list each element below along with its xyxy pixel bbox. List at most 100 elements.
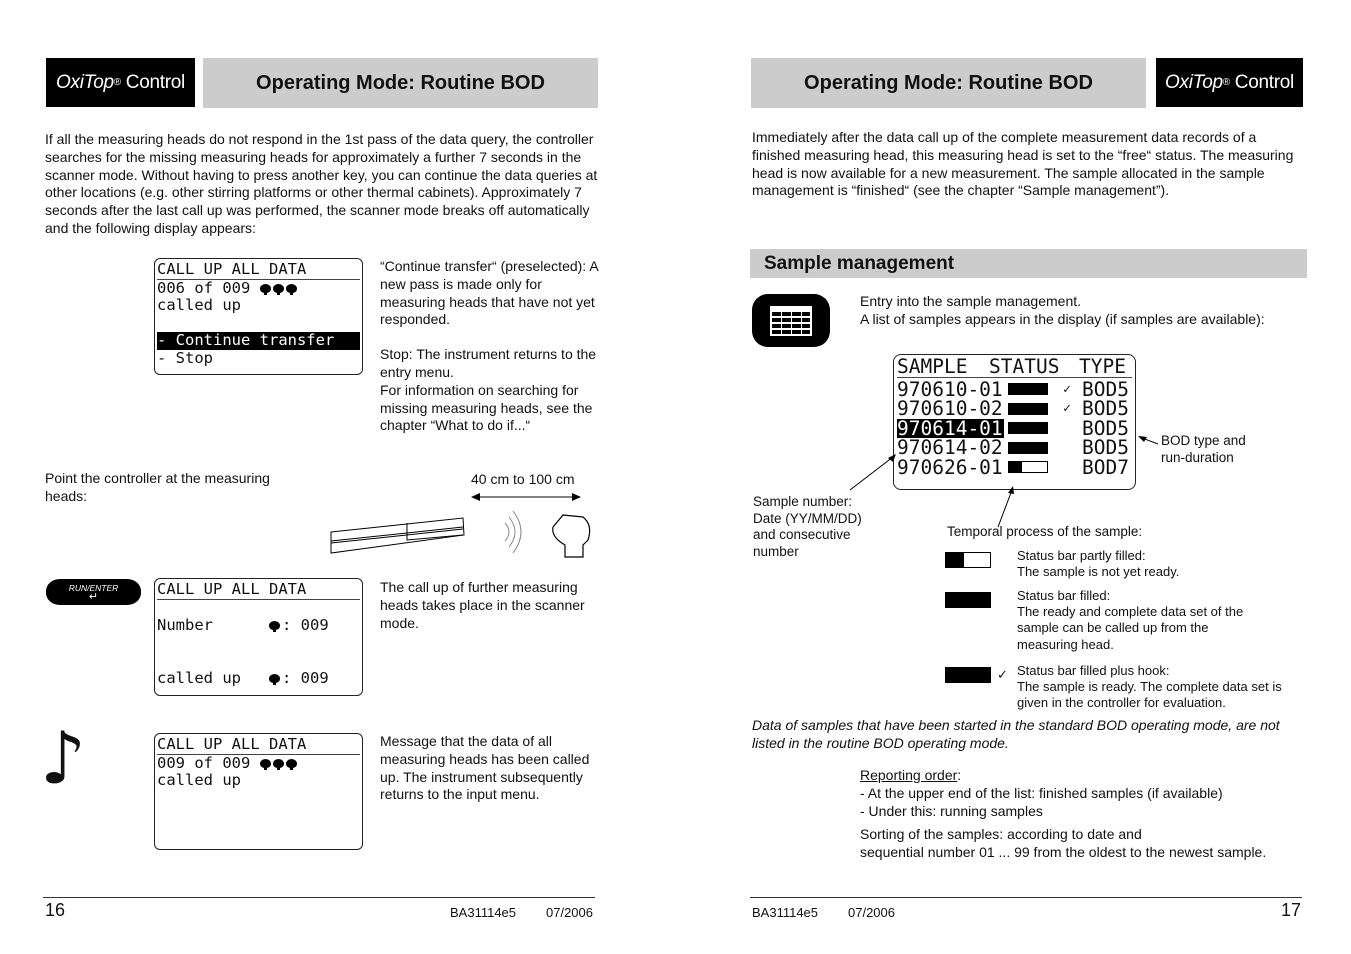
called-value: : 009: [282, 668, 329, 687]
arrow-temporal: [997, 486, 1014, 528]
status-progress-bar: [1008, 402, 1048, 415]
display2-description: The call up of further measuring heads t…: [380, 579, 585, 631]
called-label: called up: [157, 668, 241, 687]
legend-item: Status bar partly filled: The sample is n…: [945, 548, 1305, 580]
legend-status-bar: [945, 592, 991, 608]
legend-title: Status bar filled plus hook:: [1017, 663, 1170, 678]
sample-number: 970610-02: [897, 397, 1003, 420]
lcd-called-up: called up: [157, 296, 241, 315]
ready-hook-icon: ✓: [997, 667, 1008, 682]
page-header-title: Operating Mode: Routine BOD: [203, 58, 598, 108]
logo-brand: OxiTop: [1165, 71, 1223, 93]
sample-type: BOD5: [1082, 397, 1129, 420]
measuring-head-icon: [269, 673, 280, 685]
reporting-item: - At the upper end of the list: finished…: [860, 784, 1223, 801]
display1-description: “Continue transfer“ (preselected): A new…: [380, 258, 602, 435]
lcd-display-complete: CALL UP ALL DATA 009 of 009 called up: [154, 733, 363, 850]
lcd-display-continue: CALL UP ALL DATA 006 of 009 called up - …: [154, 258, 363, 375]
footer-rule: [43, 897, 595, 898]
controller-pointing-illustration: [330, 493, 591, 558]
logo-reg: ®: [1222, 77, 1230, 88]
status-progress-fill: [1009, 384, 1047, 395]
legend-item: Status bar filled: The ready and complete…: [945, 588, 1305, 653]
measuring-head-icon: [272, 283, 284, 295]
reporting-order: Reporting order: - At the upper end of t…: [860, 767, 1305, 862]
lcd-called-up: called up: [157, 771, 241, 790]
desc-stop: Stop: The instrument returns to the entr…: [380, 346, 597, 380]
lcd-count: 006 of 009: [157, 278, 251, 297]
distance-arrow: [471, 493, 581, 501]
lcd-called-line: called up : 009: [157, 668, 360, 688]
menu-option-stop[interactable]: - Stop: [157, 349, 360, 368]
callout-sample-number: Sample number: Date (YY/MM/DD) and conse…: [753, 494, 862, 559]
page-header-title: Operating Mode: Routine BOD: [751, 58, 1146, 108]
legend-desc: The sample is ready. The complete data s…: [1017, 679, 1282, 711]
doc-date: 07/2006: [546, 905, 593, 920]
sample-row[interactable]: 970610-02 ✓ BOD5: [897, 399, 1132, 419]
legend-text: Status bar partly filled: The sample is n…: [1017, 548, 1297, 580]
logo-brand: OxiTop: [56, 71, 114, 93]
doc-date: 07/2006: [848, 905, 895, 920]
col-header-sample: SAMPLE: [897, 355, 968, 378]
reporting-item: - Under this: running samples: [860, 802, 1043, 819]
header-title-text: Operating Mode: Routine BOD: [804, 71, 1093, 94]
page-number: 17: [1281, 900, 1302, 920]
col-header-status: STATUS: [989, 355, 1060, 378]
enter-arrow-icon: ↵: [88, 590, 99, 603]
legend-status-fill: [946, 593, 990, 607]
number-value: : 009: [282, 616, 329, 635]
arrow-sample-number: [849, 454, 896, 491]
entry-description: Entry into the sample management. A list…: [860, 293, 1300, 329]
sorting-line1: Sorting of the samples: according to dat…: [860, 826, 1142, 843]
arrow-bod-type: [1138, 436, 1159, 445]
measuring-head-icon: [259, 283, 271, 295]
lcd-blank: [157, 315, 360, 333]
legend-item: ✓ Status bar filled plus hook: The sample …: [945, 663, 1305, 712]
sample-list-header: SAMPLE STATUS TYPE: [897, 357, 1132, 378]
logo-product: Control: [125, 71, 185, 93]
number-label: Number: [157, 616, 213, 635]
lcd-title: CALL UP ALL DATA: [157, 735, 360, 755]
header-title-text: Operating Mode: Routine BOD: [256, 71, 545, 94]
ready-hook-icon: ✓: [1063, 401, 1071, 416]
lcd-progress-line: 009 of 009: [157, 754, 360, 773]
oxitop-logo: OxiTop ® Control: [46, 58, 195, 107]
note-standard-bod: Data of samples that have been started i…: [752, 717, 1280, 751]
section-heading-sample-management: Sample management: [750, 249, 1307, 278]
legend-status-fill: [946, 553, 964, 567]
sample-management-key[interactable]: [752, 294, 830, 347]
legend-status-fill: [946, 668, 990, 682]
desc-more-info: For information on searching for missing…: [380, 381, 593, 434]
reporting-label: Reporting order: [860, 767, 958, 783]
status-progress-bar: [1008, 383, 1048, 396]
col-header-type: TYPE: [1079, 355, 1126, 378]
lcd-spacer: [157, 600, 360, 618]
measuring-head-icon: [272, 758, 284, 770]
callout-temporal: Temporal process of the sample:: [947, 524, 1143, 539]
lcd-progress-line: 006 of 009: [157, 278, 360, 298]
doc-number: BA31114e5: [450, 905, 517, 920]
callout-bod-type: BOD type and run-duration: [1161, 433, 1246, 465]
legend-status-bar: [945, 667, 991, 683]
legend-desc: The sample is not yet ready.: [1017, 564, 1180, 580]
intro-paragraph: If all the measuring heads do not respon…: [45, 131, 598, 236]
measuring-head-icon: [552, 514, 591, 558]
run-enter-key[interactable]: RUN/ENTER ↵: [46, 579, 141, 605]
legend-title: Status bar partly filled:: [1017, 548, 1146, 563]
logo-product: Control: [1234, 71, 1294, 93]
lcd-title: CALL UP ALL DATA: [157, 580, 360, 600]
table-grid-icon: [770, 305, 812, 336]
section-title-text: Sample management: [764, 253, 955, 274]
menu-option-continue-transfer[interactable]: - Continue transfer: [157, 332, 360, 350]
legend-text: Status bar filled: The ready and complete…: [1017, 588, 1297, 653]
callout-arrows: [849, 436, 1159, 528]
infrared-signal-icon: [504, 510, 522, 554]
controller-device-icon: [330, 517, 465, 554]
lcd-spacer: [157, 652, 360, 670]
measuring-head-icon: [285, 758, 297, 770]
display3-description: Message that the data of all measuring h…: [380, 733, 590, 803]
legend-spacer: [991, 588, 1017, 653]
desc-continue: “Continue transfer“ (preselected): A new…: [380, 258, 598, 328]
beep-note-icon: ♪: [40, 716, 86, 800]
footer-rule: [750, 897, 1302, 898]
